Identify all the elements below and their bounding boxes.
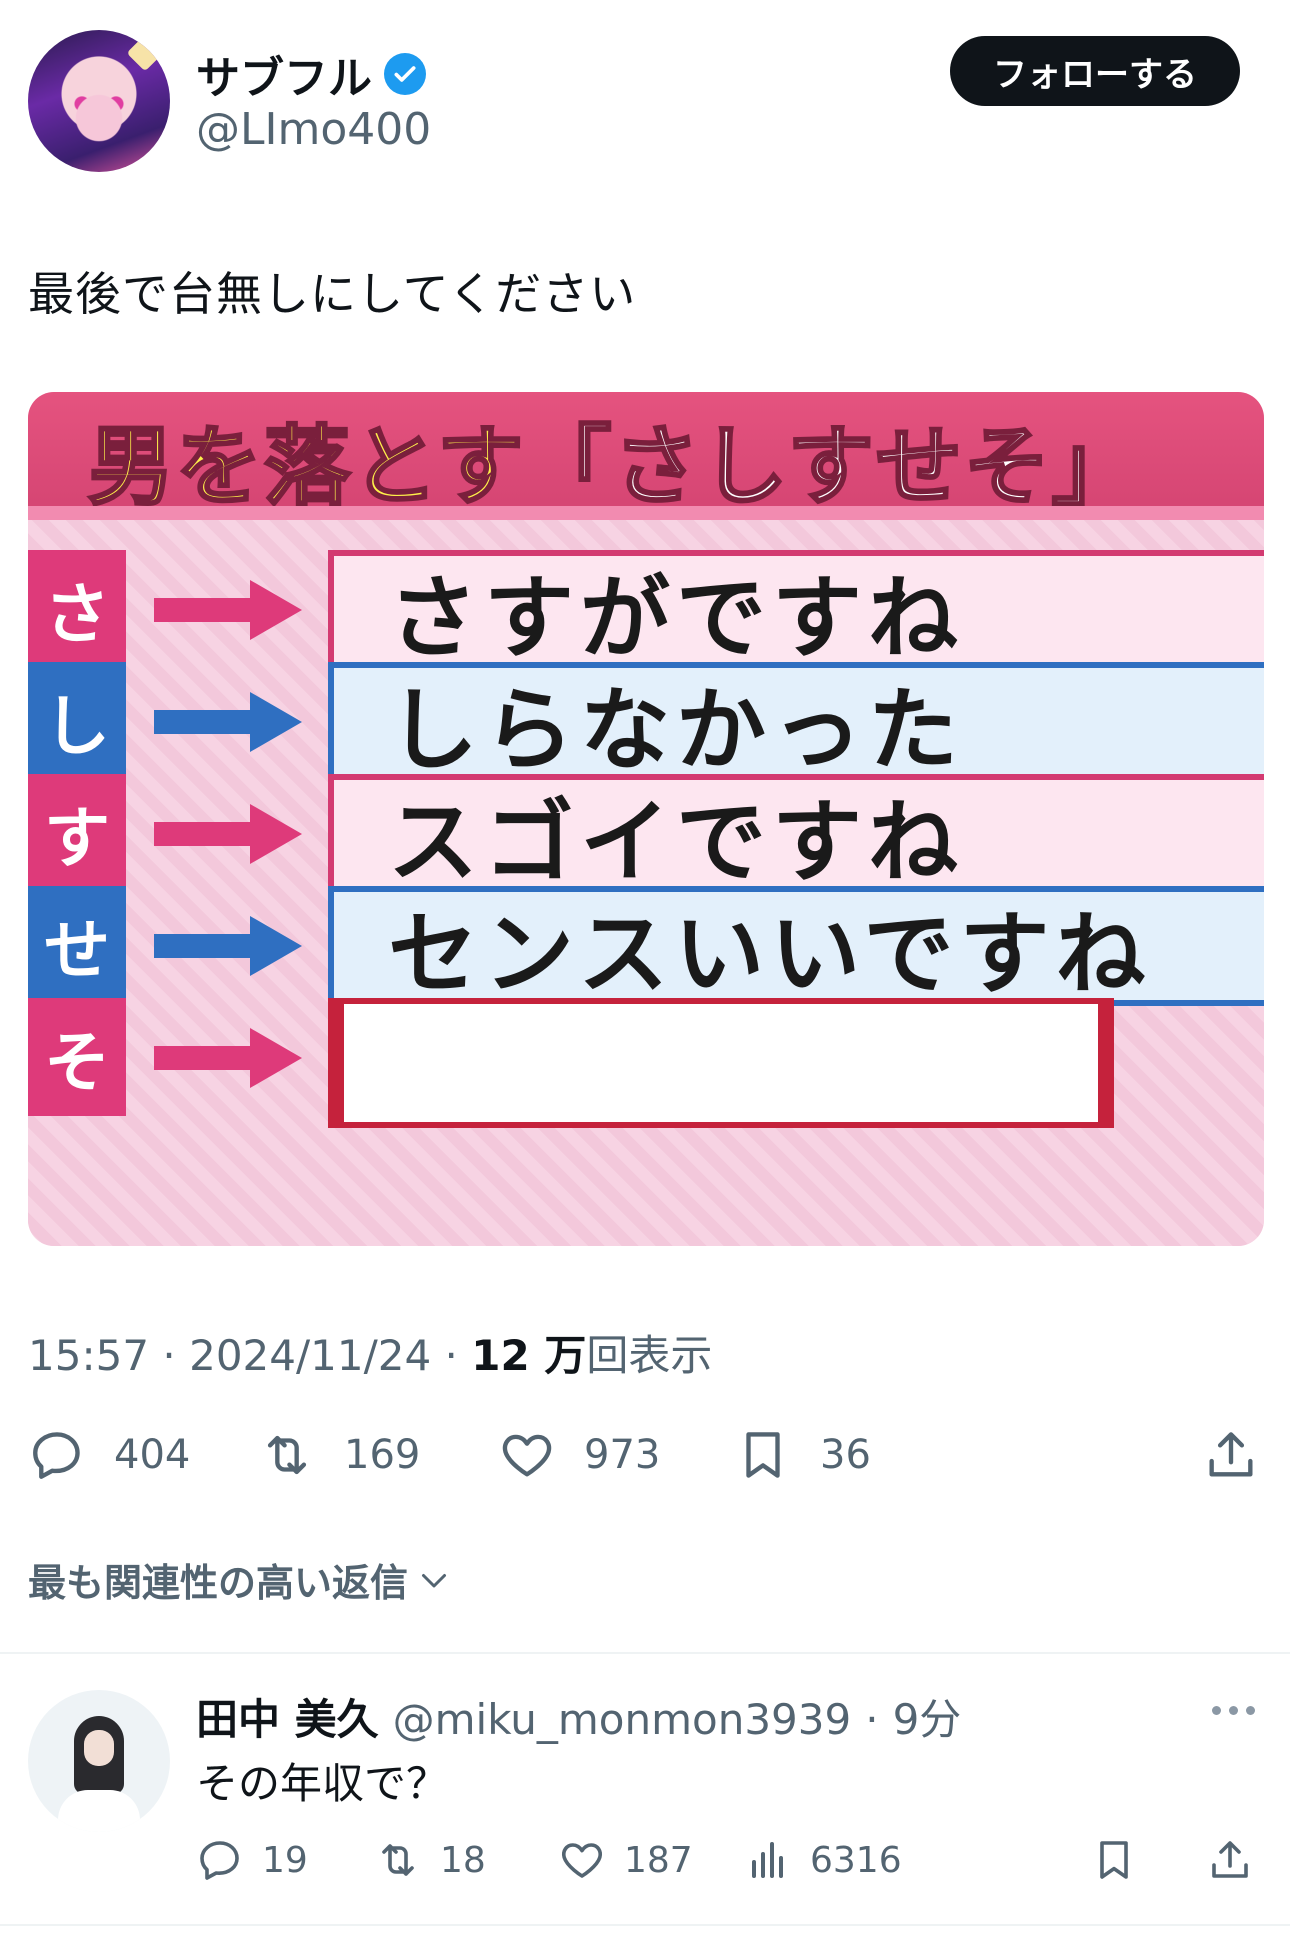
author-display-name[interactable]: サブフル xyxy=(196,42,372,106)
like-count: 973 xyxy=(584,1432,661,1478)
divider xyxy=(0,1652,1290,1654)
reply-separator: · xyxy=(865,1695,879,1744)
reply-like-button[interactable]: 187 xyxy=(558,1830,693,1890)
reply-retweet-button[interactable]: 18 xyxy=(374,1830,486,1890)
reply-reply-count: 19 xyxy=(262,1839,308,1881)
row-letter: せ xyxy=(28,886,126,1004)
media-row: そ xyxy=(28,998,1264,1128)
row-answer: センスいいですね xyxy=(328,886,1264,1007)
views-count: 12 万 xyxy=(471,1331,587,1380)
media-row: す スゴイですね xyxy=(28,774,1264,895)
retweet-button[interactable]: 169 xyxy=(258,1420,420,1490)
more-options-icon[interactable] xyxy=(1212,1700,1260,1720)
media-title-rest: 「さしすせそ」 xyxy=(524,415,1140,518)
media-row: さ さすがですね xyxy=(28,550,1264,671)
reply-text: その年収で？ xyxy=(196,1759,449,1808)
reply-views-count: 6316 xyxy=(810,1839,902,1881)
bookmark-icon xyxy=(1100,1841,1128,1879)
media-body: さ さすがですね し しらなかった す スゴイですね せ センスいいですね そ xyxy=(28,520,1264,1246)
verified-badge-icon xyxy=(384,53,426,95)
row-letter: さ xyxy=(28,550,126,668)
reply-time[interactable]: 9分 xyxy=(893,1686,962,1747)
media-title: 男を落とす 「さしすせそ」 xyxy=(86,410,1140,518)
share-icon xyxy=(1212,1841,1248,1878)
reply-views-button[interactable]: 6316 xyxy=(744,1830,902,1890)
author-avatar[interactable] xyxy=(28,30,170,172)
chevron-down-icon xyxy=(422,1573,447,1587)
retweet-icon xyxy=(382,1844,414,1876)
row-answer: さすがですね xyxy=(328,550,1264,671)
reply-icon xyxy=(200,1841,239,1880)
media-row: せ センスいいですね xyxy=(28,886,1264,1007)
retweet-icon xyxy=(267,1435,307,1475)
row-letter: し xyxy=(28,662,126,780)
bookmark-button[interactable]: 36 xyxy=(734,1420,871,1490)
reply-bookmark-button[interactable] xyxy=(1090,1830,1138,1890)
row-answer-blank xyxy=(328,998,1114,1128)
analytics-icon xyxy=(752,1842,783,1878)
retweet-count: 169 xyxy=(344,1432,421,1478)
arrow-right-icon xyxy=(154,692,302,752)
reply-share-button[interactable] xyxy=(1206,1830,1254,1890)
reply-action-bar: 19 18 187 6316 xyxy=(196,1830,1264,1890)
author-name-row[interactable]: サブフル xyxy=(196,42,426,106)
reply-count: 404 xyxy=(114,1432,191,1478)
reply-retweet-count: 18 xyxy=(440,1839,486,1881)
tweet-date[interactable]: 2024/11/24 xyxy=(189,1331,431,1380)
reply-icon xyxy=(33,1432,80,1479)
reply-avatar[interactable] xyxy=(28,1690,170,1832)
media-row: し しらなかった xyxy=(28,662,1264,783)
heart-icon xyxy=(502,1434,552,1477)
views-label: 回表示 xyxy=(586,1331,713,1380)
tweet-time[interactable]: 15:57 xyxy=(28,1331,149,1380)
reply-button[interactable]: 404 xyxy=(28,1420,190,1490)
author-handle[interactable]: @LImo400 xyxy=(196,104,431,155)
reply-reply-button[interactable]: 19 xyxy=(196,1830,308,1890)
row-letter: す xyxy=(28,774,126,892)
media-title-highlight: 男を落とす xyxy=(86,415,526,518)
arrow-right-icon xyxy=(154,580,302,640)
heart-icon xyxy=(561,1843,603,1878)
follow-button[interactable]: フォローする xyxy=(950,36,1240,106)
arrow-right-icon xyxy=(154,804,302,864)
arrow-right-icon xyxy=(154,1028,302,1088)
reply-display-name[interactable]: 田中 美久 xyxy=(196,1686,379,1747)
row-answer: しらなかった xyxy=(328,662,1264,783)
tweet-text: 最後で台無しにしてください xyxy=(28,267,637,321)
row-letter: そ xyxy=(28,998,126,1116)
reply-like-count: 187 xyxy=(624,1839,693,1881)
tweet-meta: 15:57 · 2024/11/24 · 12 万回表示 xyxy=(28,1331,713,1380)
bookmark-count: 36 xyxy=(820,1432,871,1478)
reply-sort-toggle[interactable]: 最も関連性の高い返信 xyxy=(28,1552,452,1607)
divider xyxy=(0,1924,1290,1926)
share-icon xyxy=(1209,1432,1253,1477)
reply-header: 田中 美久 @miku_monmon3939 · 9分 xyxy=(196,1686,961,1747)
share-button[interactable] xyxy=(1202,1420,1260,1490)
tweet-media-image[interactable]: 男を落とす 「さしすせそ」 さ さすがですね し しらなかった す スゴイですね … xyxy=(28,392,1264,1246)
reply-handle[interactable]: @miku_monmon3939 xyxy=(393,1695,852,1744)
row-answer: スゴイですね xyxy=(328,774,1264,895)
tweet-action-bar: 404 169 973 36 xyxy=(28,1420,1264,1490)
media-title-bar: 男を落とす 「さしすせそ」 xyxy=(28,392,1264,520)
reply-sort-label: 最も関連性の高い返信 xyxy=(28,1561,409,1605)
like-button[interactable]: 973 xyxy=(498,1420,660,1490)
arrow-right-icon xyxy=(154,916,302,976)
bookmark-icon xyxy=(746,1432,780,1478)
